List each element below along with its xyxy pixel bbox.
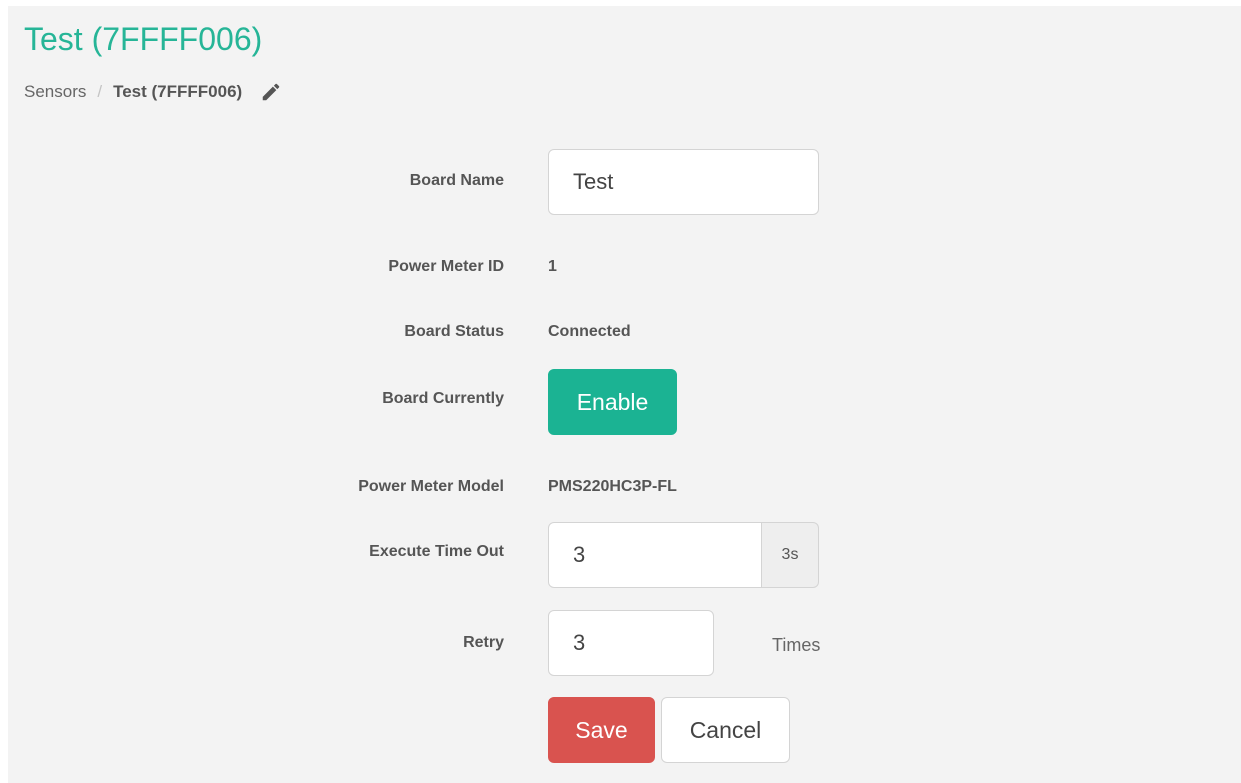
execute-time-out-input[interactable] — [548, 522, 762, 588]
board-name-input[interactable] — [548, 149, 819, 215]
power-meter-model-label: Power Meter Model — [358, 478, 504, 495]
breadcrumb-current: Test (7FFFF006) — [113, 82, 243, 101]
save-button[interactable]: Save — [548, 697, 655, 763]
board-status-value: Connected — [548, 323, 631, 340]
power-meter-model-value: PMS220HC3P-FL — [548, 478, 677, 495]
pencil-icon[interactable] — [260, 81, 282, 103]
board-status-label: Board Status — [404, 323, 504, 340]
power-meter-id-value: 1 — [548, 258, 557, 275]
breadcrumb: Sensors / Test (7FFFF006) — [24, 82, 282, 102]
enable-button[interactable]: Enable — [548, 369, 677, 435]
breadcrumb-sensors-link[interactable]: Sensors — [24, 82, 86, 102]
board-currently-label: Board Currently — [382, 390, 504, 407]
breadcrumb-separator: / — [97, 82, 103, 101]
cancel-button[interactable]: Cancel — [661, 697, 790, 763]
retry-unit: Times — [772, 635, 821, 655]
execute-time-out-addon: 3s — [762, 522, 819, 588]
board-name-label: Board Name — [409, 172, 504, 189]
page-title: Test (7FFFF006) — [24, 21, 263, 57]
execute-time-out-label: Execute Time Out — [369, 543, 504, 560]
retry-label: Retry — [463, 634, 504, 651]
retry-input[interactable] — [548, 610, 714, 676]
power-meter-id-label: Power Meter ID — [388, 258, 504, 275]
